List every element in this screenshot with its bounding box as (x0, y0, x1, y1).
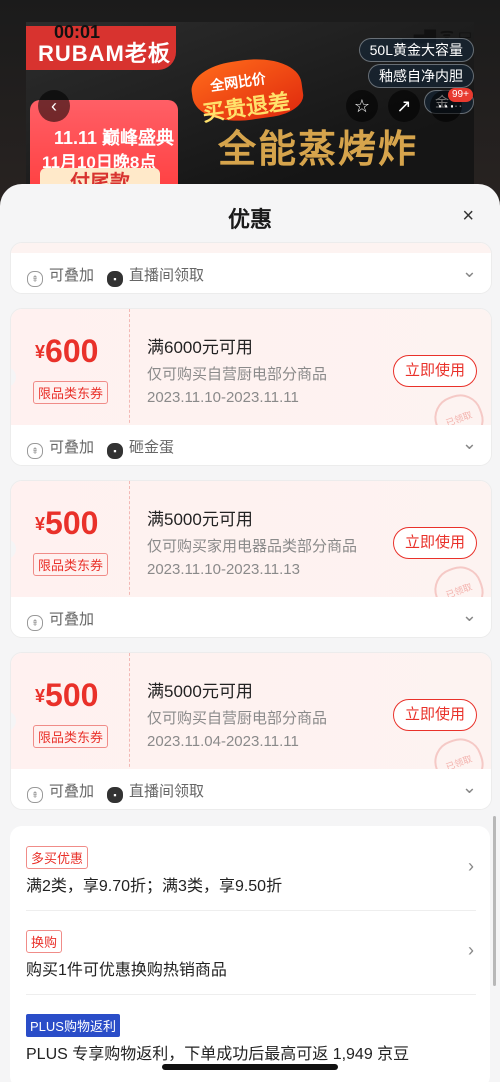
offer-tag: 多买优惠 (26, 846, 89, 869)
stackable-label: ⇞ 可叠加 (27, 780, 94, 803)
coupon-amount-area (11, 309, 130, 433)
source-label: ▪ 直播间领取 (107, 780, 204, 803)
coupon-amount: ¥600 (35, 333, 99, 369)
sheet-title: 优惠 (227, 207, 272, 232)
chevron-right-icon[interactable]: › (468, 940, 474, 961)
home-indicator[interactable] (162, 1064, 338, 1070)
coupon-date: 2023.11.10-2023.11.11 (147, 389, 299, 406)
stackable-label: ⇞ 可叠加 (27, 608, 94, 631)
offer-text[interactable]: PLUS 专享购物返利，下单成功后最高可返 1,949 京豆 (26, 1040, 409, 1064)
coupon-date: 2023.11.10-2023.11.13 (147, 561, 300, 578)
coupon-footer[interactable]: ⇞ 可叠加 ▪ 直播间领取 ⌄ (11, 253, 491, 293)
coupon-condition: 满6000元可用 (147, 338, 253, 357)
coupon-description: 仅可购买自营厨电部分商品 (147, 366, 328, 383)
coupon-amount: ¥500 (35, 505, 99, 541)
egg-icon: ▪ (107, 443, 123, 459)
stack-icon: ⇞ (27, 271, 43, 287)
coupon-body: ¥600 限品类东券 满6000元可用 仅可购买自营厨电部分商品 2023.11… (11, 309, 491, 450)
feature-tag: 釉感自净内胆 (368, 64, 474, 88)
coupon-top-edge (11, 243, 491, 253)
offer-tag: 换购 (26, 930, 63, 953)
coupon-footer[interactable]: ⇞ 可叠加 ▪ 砸金蛋 ⌄ (11, 425, 491, 465)
coupon-description: 仅可购买自营厨电部分商品 (147, 710, 328, 727)
coupon-category-tag: 限品类东券 (33, 725, 109, 748)
use-now-button[interactable]: 立即使用 (393, 699, 477, 731)
notification-badge: 99+ (448, 88, 473, 102)
coupon-footer[interactable]: ⇞ 可叠加 ▪ 直播间领取 ⌄ (11, 769, 491, 809)
coupon-card: ¥500 限品类东券 满5000元可用 仅可购买自营厨电部分商品 2023.11… (10, 652, 492, 810)
live-icon: ▪ (107, 271, 123, 287)
banner-title: 全能蒸烤炸 (218, 129, 419, 171)
stack-icon: ⇞ (27, 787, 43, 803)
coupon-category-tag: 限品类东券 (33, 553, 109, 576)
close-icon[interactable]: × (462, 206, 474, 226)
feature-tag: 50L黄金大容量 (358, 38, 474, 62)
coupon-condition: 满5000元可用 (147, 682, 253, 701)
coupon-amount-area (11, 653, 130, 777)
back-icon[interactable]: ‹ (38, 90, 70, 122)
coupon-card: ¥600 限品类东券 满6000元可用 仅可购买自营厨电部分商品 2023.11… (10, 308, 492, 466)
scrollbar[interactable] (493, 816, 496, 986)
live-icon: ▪ (107, 787, 123, 803)
source-label: ▪ 直播间领取 (107, 264, 204, 287)
coupon-card: ¥500 限品类东券 满5000元可用 仅可购买家用电器品类部分商品 2023.… (10, 480, 492, 638)
coupon-amount-area (11, 481, 130, 605)
discount-sheet: 优惠 × ⇞ 可叠加 ▪ 直播间领取 ⌄ ¥600 限品类东券 满6000元可用 仅… (0, 184, 500, 1082)
offer-text[interactable]: 购买1件可优惠换购热销商品 (26, 956, 227, 980)
divider (26, 994, 476, 995)
stackable-label: ⇞ 可叠加 (27, 264, 94, 287)
coupon-body: ¥500 限品类东券 满5000元可用 仅可购买家用电器品类部分商品 2023.… (11, 481, 491, 622)
coupon-body: ¥500 限品类东券 满5000元可用 仅可购买自营厨电部分商品 2023.11… (11, 653, 491, 794)
coupon-card: ⇞ 可叠加 ▪ 直播间领取 ⌄ (10, 242, 492, 294)
promo-line1: 11.11 巅峰盛典 (54, 128, 175, 148)
chevron-down-icon[interactable]: ⌄ (462, 261, 477, 282)
chevron-down-icon[interactable]: ⌄ (462, 777, 477, 798)
coupon-footer[interactable]: ⇞ 可叠加 ⌄ (11, 597, 491, 637)
chevron-down-icon[interactable]: ⌄ (462, 433, 477, 454)
plus-tag: PLUS购物返利 (26, 1014, 120, 1037)
stack-icon: ⇞ (27, 615, 43, 631)
offer-text[interactable]: 满2类，享9.70折；满3类，享9.50折 (26, 872, 282, 896)
coupon-condition: 满5000元可用 (147, 510, 253, 529)
coupon-description: 仅可购买家用电器品类部分商品 (147, 538, 358, 555)
coupon-date: 2023.11.04-2023.11.11 (147, 733, 299, 750)
divider (26, 910, 476, 911)
coupon-category-tag: 限品类东券 (33, 381, 109, 404)
source-label: ▪ 砸金蛋 (107, 436, 174, 459)
share-icon[interactable]: ↗ (388, 90, 420, 122)
use-now-button[interactable]: 立即使用 (393, 527, 477, 559)
chevron-right-icon[interactable]: › (468, 856, 474, 877)
coupon-amount: ¥500 (35, 677, 99, 713)
other-offers-panel: 多买优惠 满2类，享9.70折；满3类，享9.50折 › 换购 购买1件可优惠换… (10, 826, 490, 1082)
status-time: 00:01 (54, 22, 101, 42)
use-now-button[interactable]: 立即使用 (393, 355, 477, 387)
stack-icon: ⇞ (27, 443, 43, 459)
stackable-label: ⇞ 可叠加 (27, 436, 94, 459)
chevron-down-icon[interactable]: ⌄ (462, 605, 477, 626)
favorite-star-icon[interactable]: ☆ (346, 90, 378, 122)
